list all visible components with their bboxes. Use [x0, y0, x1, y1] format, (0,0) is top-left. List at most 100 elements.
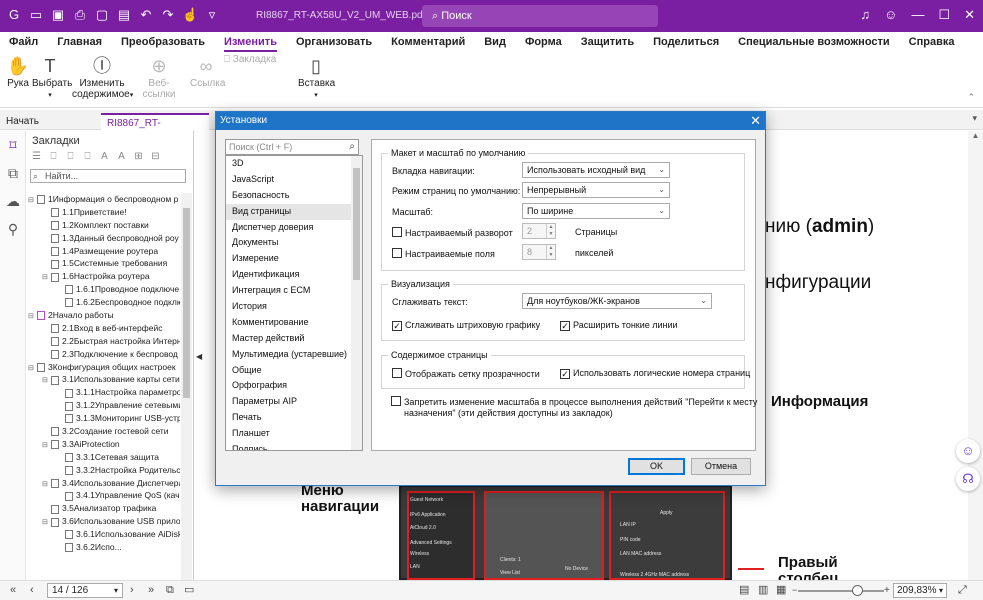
- maximize-icon[interactable]: ☐: [938, 7, 950, 23]
- bookmark-item[interactable]: 1.3Данный беспроводной роу: [28, 232, 180, 245]
- tab-start[interactable]: Начать: [0, 113, 100, 130]
- collapse-ribbon-icon[interactable]: ⌃: [967, 92, 975, 103]
- custom-margins-spinner[interactable]: 8 ▲ ▼: [522, 244, 556, 260]
- custom-spread-box[interactable]: [392, 227, 402, 237]
- category-item[interactable]: Подпись: [226, 442, 362, 450]
- nav-tab-select[interactable]: Использовать исходный вид ⌄: [522, 162, 670, 178]
- logical-page-numbers-checkbox[interactable]: ✓ Использовать логические номера страниц: [560, 368, 750, 379]
- menu-item[interactable]: Специальные возможности: [738, 32, 890, 52]
- new-doc-icon[interactable]: ▢: [94, 7, 110, 23]
- add-child-bookmark-icon[interactable]: ⎕: [64, 151, 77, 162]
- select-tool-button[interactable]: T Выбрать ▾: [32, 54, 72, 100]
- document-scrollbar[interactable]: ▲: [968, 131, 983, 580]
- bookmark-item[interactable]: 3.1.1Настройка параметро: [28, 386, 180, 399]
- bookmark-item[interactable]: 3.3.2Настройка Родительсі: [28, 464, 180, 477]
- category-item[interactable]: Идентификация: [226, 267, 362, 283]
- menu-item[interactable]: Файл: [9, 32, 38, 52]
- save-icon[interactable]: ▣: [50, 7, 66, 23]
- expand-toggle-icon[interactable]: ⊟: [28, 195, 37, 206]
- customize-dropdown-icon[interactable]: ▿: [204, 7, 220, 23]
- enhance-thin-lines-box[interactable]: ✓: [560, 321, 570, 331]
- bookmark-item[interactable]: 2.2Быстрая настройка Интерн: [28, 335, 180, 348]
- expand-toggle-icon[interactable]: ⊟: [28, 311, 37, 322]
- bookmark-item[interactable]: 3.5Анализатор трафика: [28, 502, 180, 515]
- close-dialog-icon[interactable]: ✕: [750, 112, 761, 130]
- category-item[interactable]: Мультимедиа (устаревшие): [226, 347, 362, 363]
- bookmark-item[interactable]: ⊟ 1.6Настройка роутера: [28, 270, 180, 283]
- bookmark-item[interactable]: 3.1.2Управление сетевыми: [28, 399, 180, 412]
- category-item[interactable]: Диспетчер доверия: [226, 220, 362, 236]
- expand-all-icon[interactable]: ⊞: [132, 151, 145, 162]
- menu-item[interactable]: Поделиться: [653, 32, 719, 52]
- logical-page-numbers-box[interactable]: ✓: [560, 369, 570, 379]
- web-links-button[interactable]: ⊕ Веб-ссылки: [136, 54, 182, 100]
- expand-toggle-icon[interactable]: ⊟: [42, 272, 51, 283]
- zoom-slider-knob[interactable]: [852, 585, 863, 596]
- single-page-view-icon[interactable]: ▤: [739, 583, 749, 598]
- bookmark-item[interactable]: 1.1Приветствие!: [28, 206, 180, 219]
- bookmark-item[interactable]: ⊟ 2Начало работы: [28, 309, 180, 322]
- redo-icon[interactable]: ↷: [160, 7, 176, 23]
- category-item[interactable]: JavaScript: [226, 172, 362, 188]
- category-item[interactable]: Параметры AIP: [226, 394, 362, 410]
- print-icon[interactable]: ⎙: [72, 7, 88, 23]
- bookmark-item[interactable]: 3.2Создание гостевой сети: [28, 425, 180, 438]
- scroll-up-icon[interactable]: ▲: [968, 131, 983, 140]
- category-item[interactable]: История: [226, 299, 362, 315]
- smooth-text-select[interactable]: Для ноутбуков/ЖК-экранов ⌄: [522, 293, 712, 309]
- collapse-panel-icon[interactable]: ◀: [196, 352, 202, 361]
- extract-page-icon[interactable]: ⧉: [166, 583, 174, 598]
- ok-button[interactable]: OK: [628, 458, 685, 475]
- bookmarks-scrollbar[interactable]: [181, 193, 192, 580]
- open-file-icon[interactable]: ▭: [28, 7, 44, 23]
- expand-toggle-icon[interactable]: ⊟: [42, 517, 51, 528]
- zoom-slider[interactable]: [798, 590, 884, 592]
- bookmark-item[interactable]: 1.2Комплект поставки: [28, 219, 180, 232]
- custom-spread-spinner[interactable]: 2 ▲ ▼: [522, 223, 556, 239]
- bookmark-item[interactable]: ⊟ 3Конфигурация общих настроек: [28, 361, 180, 374]
- hand-tool-icon[interactable]: ☝: [182, 7, 198, 23]
- spinner-arrows-icon[interactable]: ▲ ▼: [546, 224, 555, 238]
- bookmark-item[interactable]: ⊟ 3.4Использование Диспетчера: [28, 477, 180, 490]
- new-bookmark-icon[interactable]: ⎕: [47, 151, 60, 162]
- category-item[interactable]: Планшет: [226, 426, 362, 442]
- page-fit-icon[interactable]: ▭: [184, 583, 194, 598]
- menu-item[interactable]: Справка: [909, 32, 955, 52]
- bookmark-item[interactable]: ⊟ 3.6Использование USB прилоз: [28, 515, 180, 528]
- previous-page-icon[interactable]: ‹: [30, 583, 34, 598]
- bookmark-item[interactable]: 1.4Размещение роутера: [28, 245, 180, 258]
- category-search-input[interactable]: Поиск (Ctrl + F) ⌕: [225, 139, 359, 155]
- expand-toggle-icon[interactable]: ⊟: [28, 363, 37, 374]
- zoom-out-icon[interactable]: −: [792, 583, 797, 598]
- increase-font-icon[interactable]: A: [98, 151, 111, 162]
- menu-item[interactable]: Защитить: [581, 32, 634, 52]
- category-item[interactable]: Общие: [226, 363, 362, 379]
- copy-doc-icon[interactable]: ▤: [116, 7, 132, 23]
- two-page-view-icon[interactable]: ▦: [776, 583, 786, 598]
- last-page-icon[interactable]: »: [148, 583, 154, 598]
- category-item[interactable]: Мастер действий: [226, 331, 362, 347]
- menu-item[interactable]: Вид: [484, 32, 506, 52]
- first-page-icon[interactable]: «: [10, 583, 16, 598]
- custom-spread-checkbox[interactable]: Настраиваемый разворот: [392, 227, 513, 238]
- expand-toggle-icon[interactable]: ⊟: [42, 479, 51, 490]
- continuous-view-icon[interactable]: ▥: [758, 583, 768, 598]
- bookmarks-scroll-thumb[interactable]: [183, 208, 190, 398]
- bookmark-item[interactable]: ⊟ 1Информация о беспроводном р: [28, 193, 180, 206]
- smooth-lineart-box[interactable]: ✓: [392, 321, 402, 331]
- bookmark-item[interactable]: 3.6.2Испо...: [28, 541, 180, 554]
- page-number-input[interactable]: 14 / 126 ▾: [47, 583, 123, 598]
- menu-item[interactable]: Организовать: [296, 32, 372, 52]
- category-item[interactable]: Безопасность: [226, 188, 362, 204]
- category-item[interactable]: Вид страницы: [226, 203, 362, 220]
- minimize-icon[interactable]: —: [911, 7, 924, 23]
- menu-item[interactable]: Изменить: [224, 32, 277, 52]
- page-mode-select[interactable]: Непрерывный ⌄: [522, 182, 670, 198]
- edit-content-button[interactable]: Ⓘ Изменить содержимое▾: [72, 54, 133, 100]
- account-icon[interactable]: ☺: [884, 7, 897, 23]
- smooth-lineart-checkbox[interactable]: ✓ Сглаживать штриховую графику: [392, 320, 540, 331]
- tabs-overflow-icon[interactable]: ▾: [972, 113, 977, 124]
- custom-margins-checkbox[interactable]: Настраиваемые поля: [392, 248, 495, 259]
- fullscreen-icon[interactable]: ⤢: [958, 583, 967, 598]
- bookmark-properties-icon[interactable]: ⎕: [81, 151, 94, 162]
